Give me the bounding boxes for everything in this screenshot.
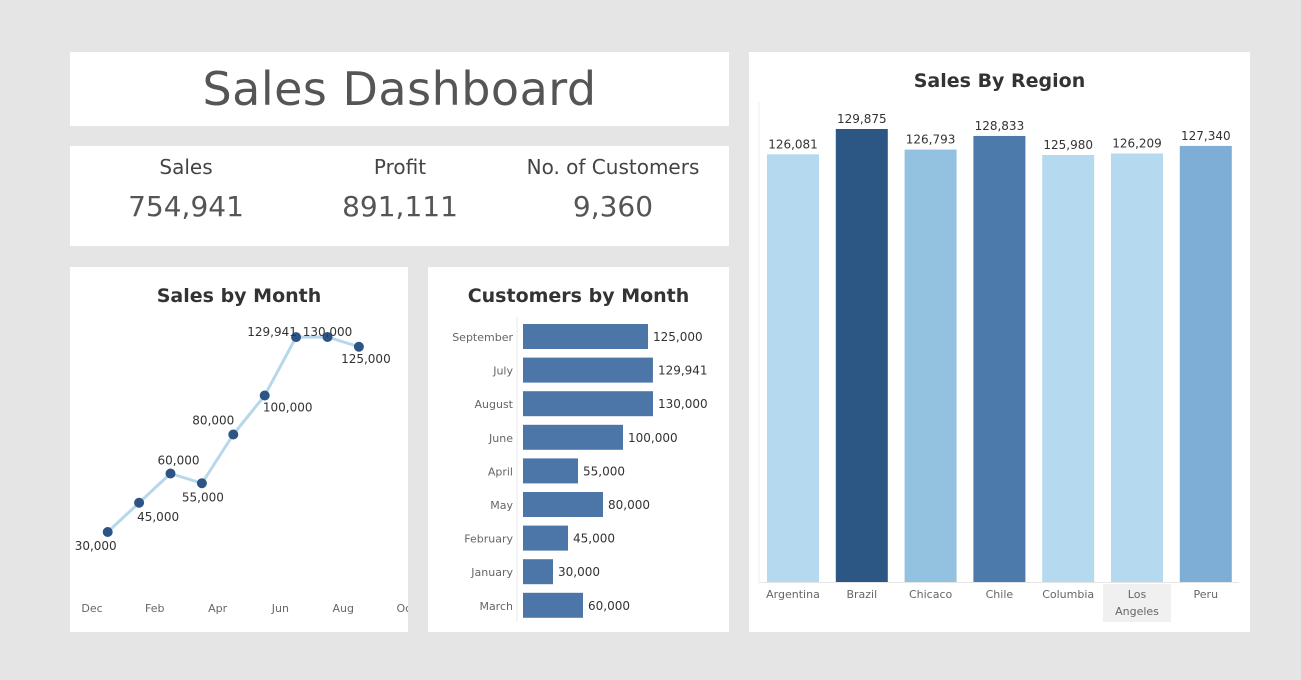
sales-point-label: 30,000: [75, 539, 117, 553]
bar-value-label: 125,000: [653, 330, 703, 344]
region-bar: [904, 149, 957, 582]
sales-point-label: 60,000: [158, 454, 200, 468]
category-label: Chicaco: [909, 588, 953, 601]
sales-point: [228, 429, 239, 440]
kpi-profit-label: Profit: [373, 155, 427, 179]
category-label: February: [464, 533, 513, 546]
customer-bar: [523, 357, 653, 383]
region-bar: [1042, 155, 1095, 582]
region-bar: [973, 135, 1026, 583]
sales-point-label: 129,941: [247, 325, 297, 339]
category-label: Chile: [986, 588, 1014, 601]
bar-value-label: 45,000: [573, 532, 615, 546]
category-label: Peru: [1194, 588, 1219, 601]
sales-point: [165, 468, 176, 479]
category-label: June: [488, 432, 513, 445]
kpi-sales-value: 754,941: [128, 190, 244, 223]
customers-by-month-panel: Customers by Month September 125,000 July 1…: [428, 267, 729, 632]
customer-bar: [523, 492, 603, 517]
kpi-panel: Sales 754,941 Profit 891,111 No. of Cust…: [70, 146, 729, 246]
sales-by-region-chart: 126,081 Argentina 129,875 Brazil 126,793 Chic…: [758, 102, 1239, 622]
x-tick-label: Apr: [208, 602, 228, 615]
kpi-sales-label: Sales: [159, 155, 213, 179]
region-bar: [1111, 153, 1163, 582]
kpi-sales: Sales 754,941: [76, 146, 296, 224]
category-label: Angeles: [1115, 605, 1159, 618]
sales-point-label: 100,000: [263, 401, 313, 415]
x-tick-label: Dec: [81, 602, 102, 615]
customers-by-month-chart: September 125,000 July 129,941 August 130,000…: [452, 317, 708, 622]
customer-bar: [523, 592, 583, 618]
kpi-profit-value: 891,111: [342, 190, 458, 223]
kpi-profit: Profit 891,111: [290, 146, 510, 224]
region-bar: [1179, 145, 1232, 582]
category-label: Los: [1128, 588, 1147, 601]
bar-value-label: 55,000: [583, 464, 625, 478]
category-label: September: [452, 331, 513, 344]
sales-point-label: 80,000: [192, 414, 234, 428]
category-label: Brazil: [846, 588, 877, 601]
x-tick-label: Jun: [271, 602, 289, 615]
sales-point-label: 55,000: [182, 490, 224, 504]
category-label: April: [488, 465, 513, 478]
bar-value-label: 30,000: [558, 565, 600, 579]
bar-value-label: 129,941: [658, 364, 708, 378]
bar-value-label: 80,000: [608, 498, 650, 512]
bar-value-label: 128,833: [975, 119, 1025, 133]
category-label: Argentina: [766, 588, 820, 601]
x-tick-label: Oct: [396, 602, 408, 615]
sales-by-month-chart: 30,000 45,000 60,000 55,000 80,000 100,000 129…: [75, 325, 408, 615]
sales-point: [259, 390, 270, 401]
kpi-customers-value: 9,360: [572, 190, 654, 223]
sales-point-label: 130,000: [303, 325, 353, 339]
customer-bar: [523, 424, 623, 450]
customer-bar: [523, 391, 653, 417]
sales-point: [134, 497, 145, 508]
sales-point: [196, 478, 207, 489]
customer-bar: [523, 324, 648, 349]
category-label: Columbia: [1042, 588, 1094, 601]
customer-bar: [523, 458, 578, 484]
bar-value-label: 127,340: [1181, 129, 1231, 143]
bar-value-label: 126,081: [768, 137, 818, 151]
bar-value-label: 126,793: [906, 133, 956, 147]
bar-value-label: 129,875: [837, 112, 887, 126]
bar-value-label: 130,000: [658, 397, 708, 411]
category-label: March: [479, 600, 513, 613]
sales-point: [102, 527, 113, 537]
sales-point: [353, 341, 364, 352]
x-tick-label: Feb: [145, 602, 164, 615]
bar-value-label: 125,980: [1043, 138, 1093, 152]
category-label: August: [475, 398, 514, 411]
category-label: January: [470, 566, 513, 579]
x-tick-label: Aug: [332, 602, 353, 615]
bar-value-label: 126,209: [1112, 136, 1162, 150]
bar-value-label: 100,000: [628, 431, 678, 445]
customer-bar: [523, 559, 553, 585]
sales-by-region-panel: Sales By Region 126,081 Argentina 129,875 B…: [749, 52, 1250, 632]
region-bar: [767, 154, 819, 582]
bar-value-label: 60,000: [588, 599, 630, 613]
region-bar: [835, 129, 888, 582]
dashboard-title: Sales Dashboard: [202, 62, 597, 116]
title-panel: Sales Dashboard: [70, 52, 729, 126]
sales-by-month-panel: Sales by Month 30,000 45,000 60,000 55,000 8…: [70, 267, 408, 632]
sales-point-label: 125,000: [341, 352, 391, 366]
sales-point-label: 45,000: [137, 510, 179, 524]
category-label: July: [492, 365, 513, 378]
category-label: May: [490, 499, 513, 512]
kpi-customers: No. of Customers 9,360: [503, 146, 723, 224]
kpi-customers-label: No. of Customers: [526, 155, 700, 179]
customer-bar: [523, 525, 568, 551]
